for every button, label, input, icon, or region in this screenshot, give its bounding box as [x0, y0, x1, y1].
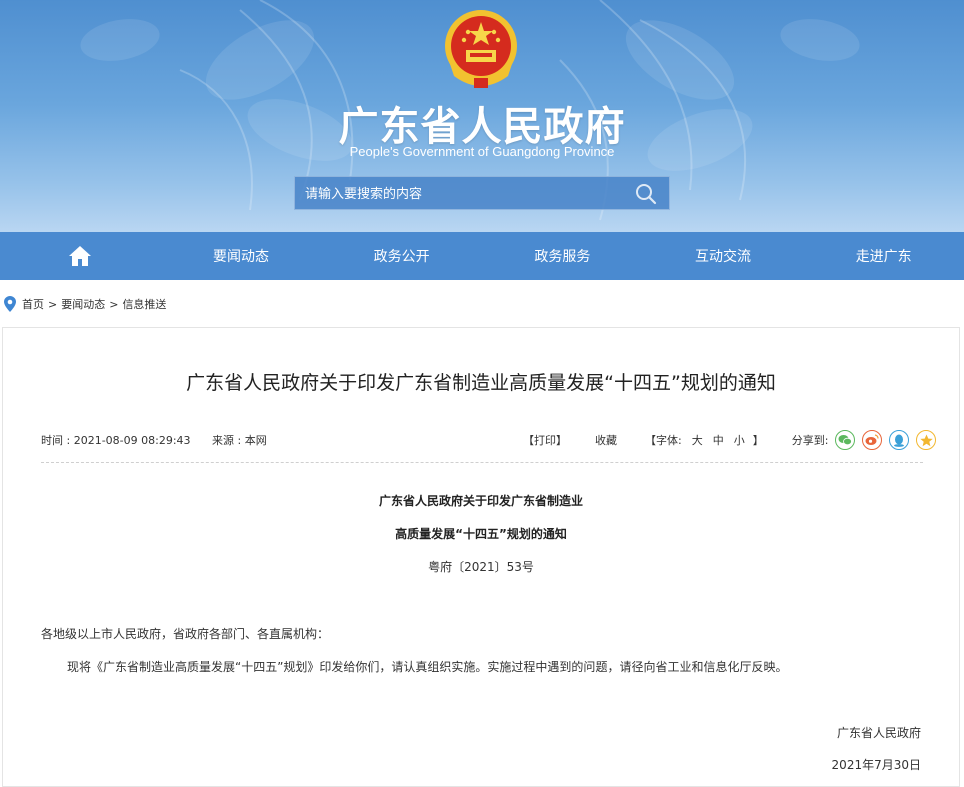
nav-item-interaction[interactable]: 互动交流 — [643, 232, 804, 280]
document-heading-line2: 高质量发展“十四五”规划的通知 — [395, 527, 567, 541]
body-paragraph: 现将《广东省制造业高质量发展“十四五”规划》印发给你们，请认真组织实施。实施过程… — [67, 660, 788, 674]
article-tools: 【打印】 收藏 【字体: 大 中 小 】 分享到: — [523, 428, 937, 452]
document-number: 粤府〔2021〕53号 — [428, 560, 534, 574]
publish-time: 时间 : 2021-08-09 08:29:43 — [41, 434, 191, 447]
article-source: 来源 : 本网 — [212, 434, 267, 447]
search-box — [294, 176, 670, 211]
document-heading-line1: 广东省人民政府关于印发广东省制造业 — [378, 494, 583, 508]
share-label: 分享到: — [791, 434, 829, 447]
qq-icon[interactable] — [889, 430, 910, 450]
national-emblem-icon — [445, 10, 517, 88]
breadcrumb-home[interactable]: 首页 — [22, 296, 44, 312]
header-banner: 广东省人民政府 People's Government of Guangdong… — [0, 0, 964, 232]
favorite-button[interactable]: 收藏 — [595, 432, 617, 448]
nav-item-about[interactable]: 走进广东 — [803, 232, 964, 280]
font-large-button[interactable]: 大 — [692, 432, 703, 448]
font-size-bracket: 】 — [752, 434, 764, 447]
signature: 广东省人民政府 — [836, 726, 921, 740]
meta-divider — [41, 462, 923, 463]
article-meta: 时间 : 2021-08-09 08:29:43 来源 : 本网 — [41, 432, 285, 448]
breadcrumb: 首页 > 要闻动态 > 信息推送 — [4, 294, 166, 314]
nav-item-news[interactable]: 要闻动态 — [161, 232, 322, 280]
breadcrumb-separator: > — [48, 297, 58, 311]
breadcrumb-info-push[interactable]: 信息推送 — [122, 296, 166, 312]
location-pin-icon — [4, 296, 16, 312]
font-small-button[interactable]: 小 — [734, 432, 745, 448]
search-icon[interactable] — [635, 183, 657, 205]
main-nav: 要闻动态 政务公开 政务服务 互动交流 走进广东 — [0, 232, 964, 280]
salutation: 各地级以上市人民政府，省政府各部门、各直属机构： — [41, 627, 330, 641]
search-input[interactable] — [295, 177, 637, 211]
breadcrumb-separator: > — [109, 297, 119, 311]
article-container: 广东省人民政府关于印发广东省制造业高质量发展“十四五”规划的通知 时间 : 20… — [2, 327, 960, 787]
site-subtitle: People's Government of Guangdong Provinc… — [349, 144, 615, 159]
article-title: 广东省人民政府关于印发广东省制造业高质量发展“十四五”规划的通知 — [186, 372, 776, 394]
weibo-icon[interactable] — [862, 430, 883, 450]
nav-item-gov-affairs[interactable]: 政务公开 — [321, 232, 482, 280]
print-button[interactable]: 【打印】 — [523, 432, 567, 448]
font-size-label: 【字体: — [645, 434, 682, 447]
font-medium-button[interactable]: 中 — [713, 432, 724, 448]
wechat-icon[interactable] — [835, 430, 856, 450]
breadcrumb-news[interactable]: 要闻动态 — [61, 296, 105, 312]
nav-home[interactable] — [0, 232, 161, 280]
nav-item-services[interactable]: 政务服务 — [482, 232, 643, 280]
qzone-icon[interactable] — [916, 430, 937, 450]
document-date: 2021年7月30日 — [831, 758, 921, 772]
home-icon — [69, 246, 92, 266]
